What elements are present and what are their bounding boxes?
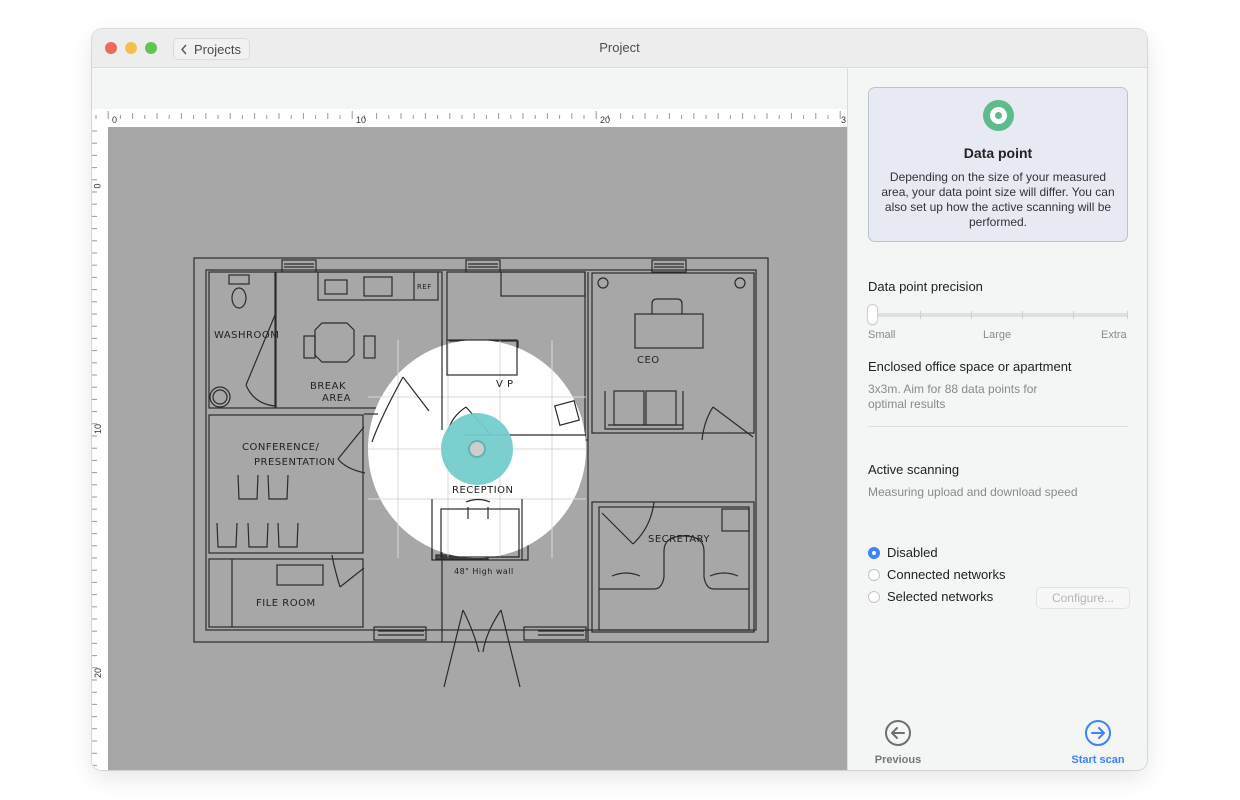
area-type-title: Enclosed office space or apartment [868,359,1072,374]
room-label: BREAK [310,381,346,392]
precision-slider[interactable] [868,305,1128,325]
slider-tick [920,311,921,319]
slider-tick [971,311,972,319]
slider-track [868,313,1128,317]
room-label: PRESENTATION [254,457,335,468]
app-window: Projects Project 0 10 20 3 0 10 20 WASHR… [92,29,1147,770]
horizontal-ruler: 0 10 20 3 [92,109,847,128]
data-point-icon [983,100,1014,131]
info-card: Data point Depending on the size of your… [868,87,1128,242]
info-card-title: Data point [963,145,1033,161]
start-scan-button[interactable]: Start scan [1058,719,1138,766]
room-label: FILE ROOM [256,598,316,609]
radio-button[interactable] [868,568,880,581]
slider-tick [1127,311,1128,319]
start-scan-label: Start scan [1071,754,1125,766]
sidebar: Data point Depending on the size of your… [847,68,1147,770]
ruler-label: 3 [841,115,847,125]
radio-button-selected[interactable] [868,546,880,559]
ruler-label: 10 [356,115,367,125]
title-bar: Projects Project [92,29,1147,68]
window-title: Project [599,40,640,55]
radio-label: Selected networks [887,589,994,604]
active-scanning-title: Active scanning [868,462,960,477]
area-type-description: 3x3m. Aim for 88 data points for optimal… [868,382,1038,411]
slider-tick [1022,311,1023,319]
precision-label: Data point precision [868,279,983,294]
canvas-area: 0 10 20 3 0 10 20 WASHROOM BREAK AREA CE… [92,68,847,770]
slider-label-extra: Extra [1101,329,1127,341]
room-label: CEO [637,355,660,366]
floor-plan-canvas[interactable]: WASHROOM BREAK AREA V P CEO CONFERENCE/ … [108,127,847,770]
ruler-label: 20 [600,115,611,125]
room-label: CONFERENCE/ [242,442,319,453]
slider-label-small: Small [868,329,896,341]
configure-button[interactable]: Configure... [1036,587,1130,609]
ruler-label: 0 [92,183,103,189]
active-scanning-subtitle: Measuring upload and download speed [868,485,1078,499]
divider [868,426,1128,427]
annotation-label: 48" High wall [454,567,514,576]
room-label: AREA [322,393,351,404]
radio-label: Disabled [887,545,938,560]
radio-selected-networks[interactable]: Selected networks [868,589,993,604]
radio-connected-networks[interactable]: Connected networks [868,567,1006,582]
vertical-ruler: 0 10 20 [92,127,108,770]
slider-tick [1073,311,1074,319]
slider-label-large: Large [983,329,1012,341]
svg-text:V P: V P [496,379,514,390]
arrow-right-circle-icon [1085,720,1111,746]
annotation-label: REF [417,283,432,291]
info-card-body: Depending on the size of your measured a… [881,170,1115,229]
room-label: WASHROOM [214,330,279,341]
previous-label: Previous [874,754,922,766]
radio-disabled[interactable]: Disabled [868,545,938,560]
room-label: SECRETARY [648,534,710,545]
ruler-label: 0 [112,115,118,125]
floor-plan: WASHROOM BREAK AREA V P CEO CONFERENCE/ … [193,257,769,688]
ruler-label: 10 [93,423,104,435]
previous-button[interactable]: Previous [858,719,938,766]
radio-button[interactable] [868,590,880,603]
radio-label: Connected networks [887,567,1006,582]
svg-text:RECEPTION: RECEPTION [452,485,514,496]
arrow-left-circle-icon [885,720,911,746]
data-point-center [468,440,486,458]
slider-thumb[interactable] [868,305,877,324]
ruler-label: 20 [93,667,104,679]
